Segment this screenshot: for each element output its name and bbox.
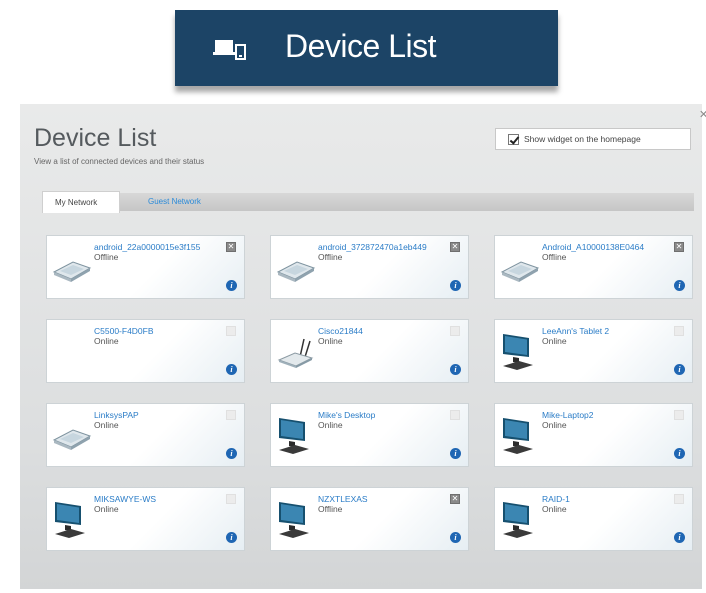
device-card[interactable]: NZXTLEXAS Offline ✕ i	[270, 487, 469, 551]
info-icon[interactable]: i	[450, 364, 461, 375]
page-title: Device List	[34, 124, 157, 152]
device-name-link[interactable]: LinksysPAP	[94, 410, 139, 420]
remove-device-icon: ✕	[450, 326, 460, 336]
device-card[interactable]: Mike's DesktopOnline ✕ i	[270, 403, 469, 467]
remove-device-icon[interactable]: ✕	[450, 494, 460, 504]
desktop-computer-icon	[275, 498, 317, 538]
device-name-link[interactable]: MIKSAWYE-WS	[94, 494, 156, 504]
desktop-computer-icon	[275, 414, 317, 454]
device-name-link[interactable]: android_372872470a1eb449	[318, 242, 427, 252]
info-icon[interactable]: i	[226, 448, 237, 459]
device-name-link[interactable]: RAID-1	[542, 494, 570, 504]
info-icon[interactable]: i	[674, 448, 685, 459]
info-icon[interactable]: i	[450, 448, 461, 459]
device-status: Offline	[542, 252, 567, 262]
device-card[interactable]: Cisco21844Online ✕ i	[270, 319, 469, 383]
device-card[interactable]: android_372872470a1eb449 Offline ✕ i	[270, 235, 469, 299]
remove-device-icon: ✕	[450, 410, 460, 420]
remove-device-icon[interactable]: ✕	[674, 242, 684, 252]
wireless-router-icon	[275, 330, 317, 370]
remove-device-icon: ✕	[674, 410, 684, 420]
remove-device-icon[interactable]: ✕	[450, 242, 460, 252]
device-card[interactable]: RAID-1Online ✕ i	[494, 487, 693, 551]
show-widget-toggle[interactable]: Show widget on the homepage	[495, 128, 691, 150]
device-name-link[interactable]: Cisco21844	[318, 326, 363, 336]
device-status: Online	[318, 420, 343, 430]
info-icon[interactable]: i	[450, 280, 461, 291]
remove-device-icon[interactable]: ✕	[226, 242, 236, 252]
banner-title: Device List	[285, 28, 437, 64]
header-banner: Device List	[175, 10, 558, 86]
device-status: Offline	[94, 252, 119, 262]
devices-icon	[213, 40, 246, 60]
remove-device-icon: ✕	[226, 410, 236, 420]
device-name-link[interactable]: NZXTLEXAS	[318, 494, 368, 504]
device-name-link[interactable]: android_22a0000015e3f155	[94, 242, 200, 252]
device-status: Online	[94, 420, 119, 430]
widget-close-icon[interactable]: ✕	[699, 108, 706, 121]
show-widget-checkbox[interactable]	[508, 133, 519, 145]
remove-device-icon: ✕	[674, 494, 684, 504]
desktop-computer-icon	[51, 498, 93, 538]
info-icon[interactable]: i	[450, 532, 461, 543]
device-status: Online	[94, 504, 119, 514]
remove-device-icon: ✕	[674, 326, 684, 336]
info-icon[interactable]: i	[674, 364, 685, 375]
router-device-icon	[499, 246, 541, 286]
device-name-link[interactable]: Mike's Desktop	[318, 410, 375, 420]
router-device-icon	[51, 246, 93, 286]
device-status: Online	[542, 504, 567, 514]
router-device-icon	[51, 414, 93, 454]
tab-my-network[interactable]: My Network	[42, 191, 120, 213]
device-name-link[interactable]: C5500-F4D0FB	[94, 326, 154, 336]
tabs-bar	[42, 193, 694, 211]
info-icon[interactable]: i	[674, 532, 685, 543]
router-device-icon	[275, 246, 317, 286]
desktop-computer-icon	[499, 414, 541, 454]
device-status: Online	[318, 336, 343, 346]
remove-device-icon: ✕	[226, 494, 236, 504]
device-name-link[interactable]: LeeAnn's Tablet 2	[542, 326, 609, 336]
device-status: Online	[94, 336, 119, 346]
device-status: Offline	[318, 504, 343, 514]
device-card[interactable]: android_22a0000015e3f155 Offline ✕ i	[46, 235, 245, 299]
device-card[interactable]: C5500-F4D0FBOnline ✕ i	[46, 319, 245, 383]
device-name-link[interactable]: Mike-Laptop2	[542, 410, 594, 420]
device-name-link[interactable]: Android_A10000138E0464	[542, 242, 644, 252]
show-widget-label: Show widget on the homepage	[524, 134, 641, 144]
page-subtitle: View a list of connected devices and the…	[34, 157, 205, 166]
info-icon[interactable]: i	[226, 280, 237, 291]
device-card[interactable]: LeeAnn's Tablet 2Online ✕ i	[494, 319, 693, 383]
device-status: Online	[542, 420, 567, 430]
info-icon[interactable]: i	[674, 280, 685, 291]
device-status: Offline	[318, 252, 343, 262]
tab-guest-network[interactable]: Guest Network	[148, 197, 201, 206]
device-card[interactable]: Mike-Laptop2Online ✕ i	[494, 403, 693, 467]
device-card[interactable]: LinksysPAPOnline ✕ i	[46, 403, 245, 467]
remove-device-icon: ✕	[226, 326, 236, 336]
info-icon[interactable]: i	[226, 364, 237, 375]
info-icon[interactable]: i	[226, 532, 237, 543]
desktop-computer-icon	[499, 498, 541, 538]
device-status: Online	[542, 336, 567, 346]
desktop-computer-icon	[499, 330, 541, 370]
device-card[interactable]: Android_A10000138E0464 Offline ✕ i	[494, 235, 693, 299]
device-card[interactable]: MIKSAWYE-WSOnline ✕ i	[46, 487, 245, 551]
